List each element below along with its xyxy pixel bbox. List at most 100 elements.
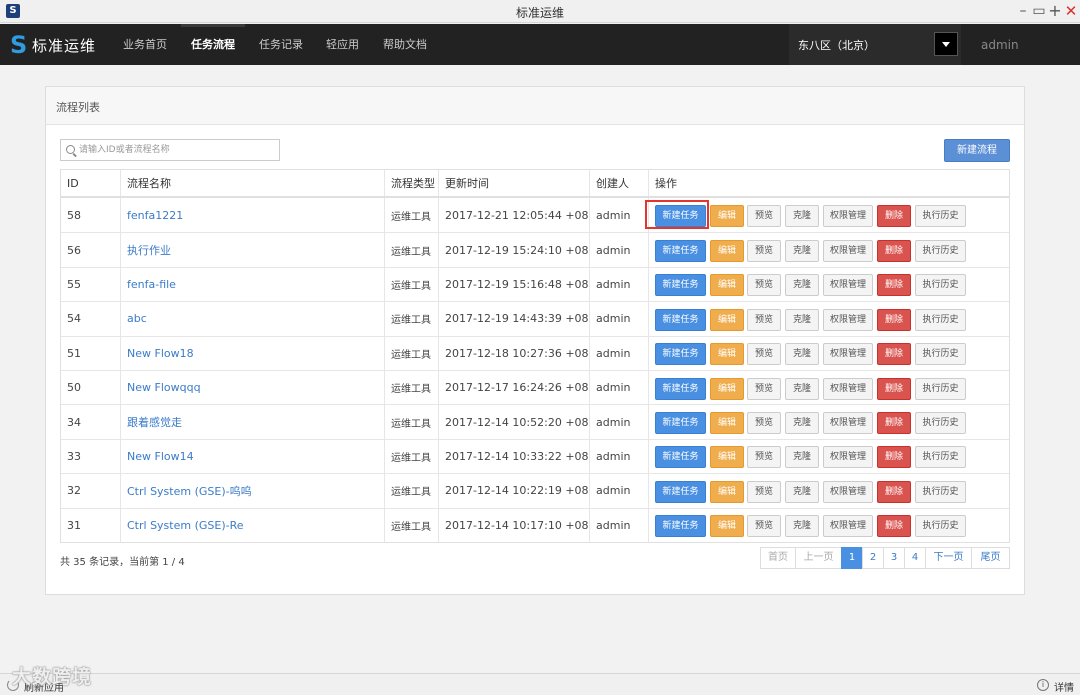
edit-button[interactable]: 编辑 bbox=[710, 240, 744, 263]
page-3[interactable]: 3 bbox=[883, 547, 905, 569]
cell-flow-name[interactable]: 执行作业 bbox=[120, 233, 384, 267]
new-task-button[interactable]: 新建任务 bbox=[655, 343, 706, 366]
region-select[interactable]: 东八区（北京） bbox=[789, 24, 961, 65]
permission-button[interactable]: 权限管理 bbox=[823, 446, 873, 469]
detail-label[interactable]: 详情 bbox=[1054, 679, 1074, 694]
nav-item-light-apps[interactable]: 轻应用 bbox=[326, 24, 359, 65]
header-time[interactable]: 更新时间 bbox=[438, 170, 589, 196]
clone-button[interactable]: 克隆 bbox=[785, 274, 819, 297]
history-button[interactable]: 执行历史 bbox=[915, 446, 966, 469]
new-task-button[interactable]: 新建任务 bbox=[655, 308, 706, 331]
clone-button[interactable]: 克隆 bbox=[785, 343, 819, 366]
permission-button[interactable]: 权限管理 bbox=[823, 205, 873, 228]
clone-button[interactable]: 克隆 bbox=[785, 515, 819, 538]
new-task-button[interactable]: 新建任务 bbox=[655, 274, 706, 297]
cell-flow-name[interactable]: Ctrl System (GSE)-呜呜 bbox=[120, 474, 384, 508]
permission-button[interactable]: 权限管理 bbox=[823, 274, 873, 297]
delete-button[interactable]: 删除 bbox=[877, 412, 911, 435]
history-button[interactable]: 执行历史 bbox=[915, 377, 966, 400]
new-task-button[interactable]: 新建任务 bbox=[655, 446, 706, 469]
edit-button[interactable]: 编辑 bbox=[710, 308, 744, 331]
clone-button[interactable]: 克隆 bbox=[785, 308, 819, 331]
page-4[interactable]: 4 bbox=[904, 547, 926, 569]
preview-button[interactable]: 预览 bbox=[747, 308, 781, 331]
cell-flow-name[interactable]: Ctrl System (GSE)-Re bbox=[120, 508, 384, 542]
history-button[interactable]: 执行历史 bbox=[915, 515, 966, 538]
history-button[interactable]: 执行历史 bbox=[915, 308, 966, 331]
delete-button[interactable]: 删除 bbox=[877, 480, 911, 503]
history-button[interactable]: 执行历史 bbox=[915, 240, 966, 263]
new-task-button[interactable]: 新建任务 bbox=[655, 240, 706, 263]
pin-icon[interactable]: + bbox=[1047, 2, 1063, 20]
permission-button[interactable]: 权限管理 bbox=[823, 240, 873, 263]
clone-button[interactable]: 克隆 bbox=[785, 377, 819, 400]
edit-button[interactable]: 编辑 bbox=[710, 446, 744, 469]
delete-button[interactable]: 删除 bbox=[877, 343, 911, 366]
nav-item-home[interactable]: 业务首页 bbox=[123, 24, 167, 65]
preview-button[interactable]: 预览 bbox=[747, 515, 781, 538]
page-prev[interactable]: 上一页 bbox=[795, 547, 842, 569]
search-box[interactable] bbox=[60, 139, 280, 161]
history-button[interactable]: 执行历史 bbox=[915, 480, 966, 503]
preview-button[interactable]: 预览 bbox=[747, 480, 781, 503]
page-first[interactable]: 首页 bbox=[760, 547, 796, 569]
new-flow-button[interactable]: 新建流程 bbox=[944, 139, 1010, 162]
clone-button[interactable]: 克隆 bbox=[785, 205, 819, 228]
new-task-button[interactable]: 新建任务 bbox=[655, 412, 706, 435]
preview-button[interactable]: 预览 bbox=[747, 240, 781, 263]
nav-item-records[interactable]: 任务记录 bbox=[259, 24, 303, 65]
edit-button[interactable]: 编辑 bbox=[710, 412, 744, 435]
nav-item-help[interactable]: 帮助文档 bbox=[383, 24, 427, 65]
clone-button[interactable]: 克隆 bbox=[785, 412, 819, 435]
cell-flow-name[interactable]: abc bbox=[120, 302, 384, 336]
permission-button[interactable]: 权限管理 bbox=[823, 515, 873, 538]
permission-button[interactable]: 权限管理 bbox=[823, 343, 873, 366]
cell-flow-name[interactable]: New Flow18 bbox=[120, 336, 384, 370]
header-name[interactable]: 流程名称 bbox=[120, 170, 384, 196]
page-last[interactable]: 尾页 bbox=[971, 547, 1010, 569]
header-id[interactable]: ID bbox=[61, 170, 120, 196]
edit-button[interactable]: 编辑 bbox=[710, 377, 744, 400]
delete-button[interactable]: 删除 bbox=[877, 205, 911, 228]
clone-button[interactable]: 克隆 bbox=[785, 480, 819, 503]
edit-button[interactable]: 编辑 bbox=[710, 274, 744, 297]
preview-button[interactable]: 预览 bbox=[747, 274, 781, 297]
history-button[interactable]: 执行历史 bbox=[915, 343, 966, 366]
info-icon[interactable]: i bbox=[1037, 679, 1049, 691]
page-next[interactable]: 下一页 bbox=[925, 547, 972, 569]
permission-button[interactable]: 权限管理 bbox=[823, 480, 873, 503]
cell-flow-name[interactable]: fenfa1221 bbox=[120, 198, 384, 233]
close-icon[interactable]: ✕ bbox=[1063, 2, 1079, 20]
cell-flow-name[interactable]: 跟着感觉走 bbox=[120, 405, 384, 439]
maximize-icon[interactable]: ▭ bbox=[1031, 2, 1047, 20]
preview-button[interactable]: 预览 bbox=[747, 412, 781, 435]
new-task-button[interactable]: 新建任务 bbox=[655, 377, 706, 400]
cell-flow-name[interactable]: fenfa-file bbox=[120, 267, 384, 302]
permission-button[interactable]: 权限管理 bbox=[823, 377, 873, 400]
search-input[interactable] bbox=[79, 142, 275, 158]
cell-flow-name[interactable]: New Flowqqq bbox=[120, 370, 384, 405]
header-type[interactable]: 流程类型 bbox=[384, 170, 438, 196]
page-2[interactable]: 2 bbox=[862, 547, 884, 569]
new-task-button[interactable]: 新建任务 bbox=[655, 515, 706, 538]
edit-button[interactable]: 编辑 bbox=[710, 480, 744, 503]
edit-button[interactable]: 编辑 bbox=[710, 343, 744, 366]
permission-button[interactable]: 权限管理 bbox=[823, 412, 873, 435]
edit-button[interactable]: 编辑 bbox=[710, 205, 744, 228]
delete-button[interactable]: 删除 bbox=[877, 274, 911, 297]
delete-button[interactable]: 删除 bbox=[877, 308, 911, 331]
delete-button[interactable]: 删除 bbox=[877, 377, 911, 400]
vertical-scrollbar[interactable] bbox=[1067, 65, 1080, 673]
chevron-down-icon[interactable] bbox=[934, 32, 958, 56]
history-button[interactable]: 执行历史 bbox=[915, 274, 966, 297]
cell-flow-name[interactable]: New Flow14 bbox=[120, 439, 384, 474]
page-1[interactable]: 1 bbox=[841, 547, 863, 569]
delete-button[interactable]: 删除 bbox=[877, 515, 911, 538]
history-button[interactable]: 执行历史 bbox=[915, 412, 966, 435]
preview-button[interactable]: 预览 bbox=[747, 343, 781, 366]
preview-button[interactable]: 预览 bbox=[747, 377, 781, 400]
clone-button[interactable]: 克隆 bbox=[785, 240, 819, 263]
nav-item-flows[interactable]: 任务流程 bbox=[181, 24, 245, 65]
edit-button[interactable]: 编辑 bbox=[710, 515, 744, 538]
clone-button[interactable]: 克隆 bbox=[785, 446, 819, 469]
